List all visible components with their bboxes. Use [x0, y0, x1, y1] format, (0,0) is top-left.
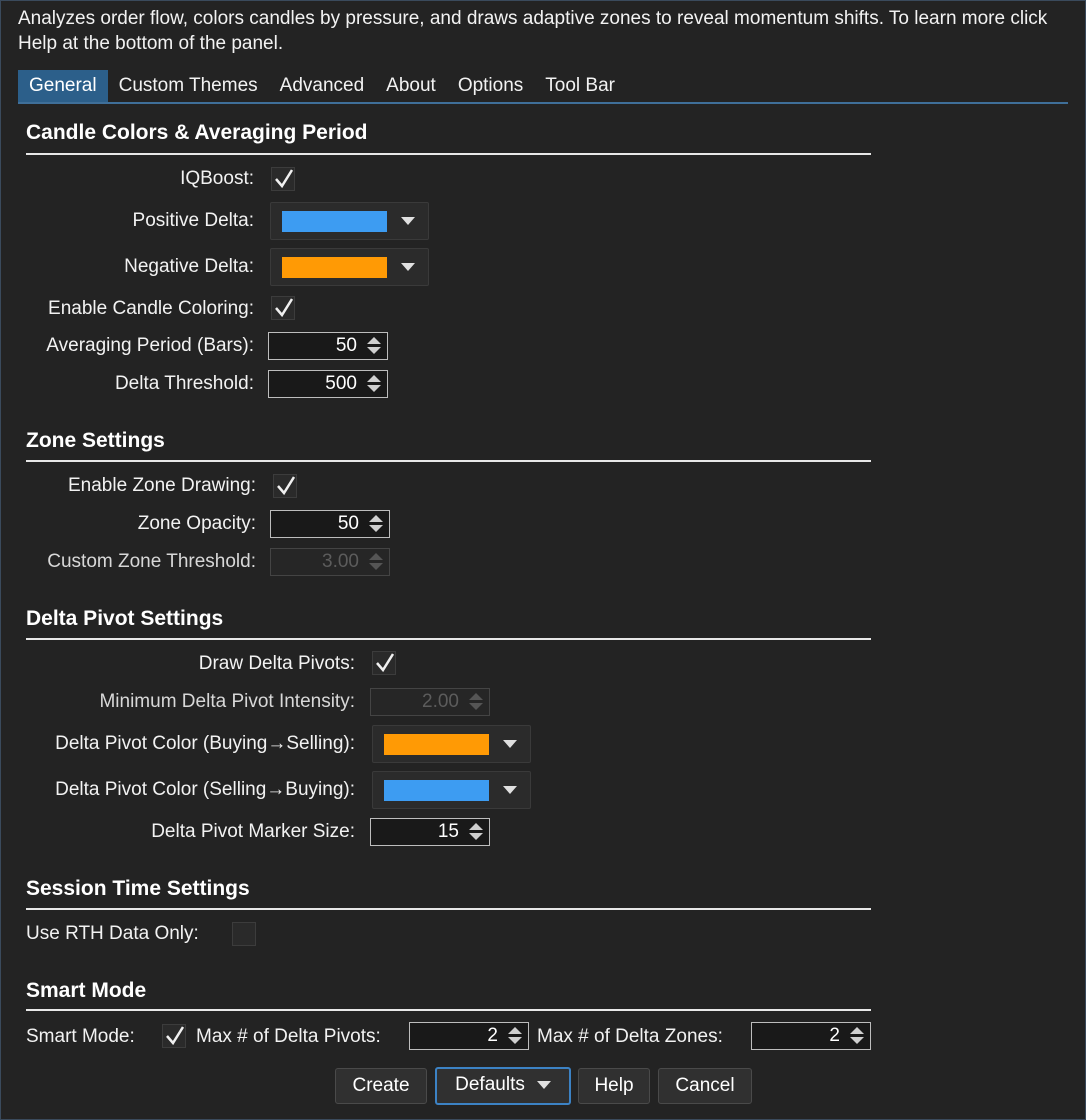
custom-zone-threshold-label: Custom Zone Threshold:: [47, 551, 256, 572]
spin-up-icon[interactable]: [469, 823, 483, 830]
chevron-down-icon: [401, 263, 415, 271]
chevron-down-icon: [503, 740, 517, 748]
iqboost-label: IQBoost:: [180, 168, 254, 189]
positive-delta-label: Positive Delta:: [132, 210, 254, 231]
spinner-value: 2: [829, 1025, 840, 1046]
rth-label: Use RTH Data Only:: [26, 923, 199, 944]
delta-threshold-spinner[interactable]: 500: [268, 370, 388, 398]
positive-delta-color-select[interactable]: [270, 202, 429, 240]
spin-down-icon[interactable]: [367, 385, 381, 392]
color-swatch: [282, 257, 387, 278]
spin-down-icon[interactable]: [469, 703, 483, 710]
color-buy-sell-label: Delta Pivot Color (Buying→Selling):: [55, 733, 355, 754]
spinner-value: 2.00: [422, 691, 459, 712]
section-title-smart: Smart Mode: [26, 979, 147, 1002]
spin-down-icon[interactable]: [469, 833, 483, 840]
negative-delta-color-select[interactable]: [270, 248, 429, 286]
help-button[interactable]: Help: [578, 1068, 650, 1104]
draw-delta-pivots-checkbox[interactable]: [372, 651, 396, 675]
spin-down-icon[interactable]: [367, 347, 381, 354]
min-intensity-spinner[interactable]: 2.00: [370, 688, 490, 716]
spinner-value: 500: [325, 373, 357, 394]
zone-opacity-spinner[interactable]: 50: [270, 510, 390, 538]
spin-up-icon[interactable]: [367, 337, 381, 344]
enable-zone-drawing-checkbox[interactable]: [273, 474, 297, 498]
section-divider: [26, 153, 871, 155]
color-buy-sell-select[interactable]: [372, 725, 531, 763]
chevron-down-icon: [401, 217, 415, 225]
spinner-value: 50: [335, 335, 357, 356]
checkmark-icon: [277, 476, 296, 496]
averaging-period-spinner[interactable]: 50: [268, 332, 388, 360]
checkmark-icon: [275, 169, 294, 189]
color-swatch: [384, 780, 489, 801]
tab-custom-themes[interactable]: Custom Themes: [108, 70, 269, 102]
create-button[interactable]: Create: [335, 1068, 427, 1104]
marker-size-spinner[interactable]: 15: [370, 818, 490, 846]
tab-general[interactable]: General: [18, 70, 108, 102]
color-swatch: [282, 211, 387, 232]
spinner-value: 15: [437, 821, 459, 842]
spinner-value: 3.00: [322, 551, 359, 572]
color-sell-buy-label: Delta Pivot Color (Selling→Buying):: [55, 779, 355, 800]
checkmark-icon: [275, 298, 294, 318]
spin-up-icon[interactable]: [369, 553, 383, 560]
color-sell-buy-select[interactable]: [372, 771, 531, 809]
spin-down-icon[interactable]: [508, 1037, 522, 1044]
section-divider: [26, 638, 871, 640]
chevron-down-icon: [503, 786, 517, 794]
tab-advanced[interactable]: Advanced: [269, 70, 376, 102]
max-zones-spinner[interactable]: 2: [751, 1022, 871, 1050]
enable-candle-coloring-label: Enable Candle Coloring:: [48, 298, 254, 319]
spin-up-icon[interactable]: [469, 693, 483, 700]
spin-up-icon[interactable]: [508, 1027, 522, 1034]
max-pivots-spinner[interactable]: 2: [409, 1022, 529, 1050]
tab-about[interactable]: About: [375, 70, 447, 102]
defaults-button-label: Defaults: [455, 1074, 525, 1095]
chevron-down-icon: [536, 1080, 551, 1089]
spin-down-icon[interactable]: [850, 1037, 864, 1044]
section-divider: [26, 1009, 871, 1011]
section-title-session: Session Time Settings: [26, 877, 250, 900]
spinner-value: 50: [337, 513, 359, 534]
spin-up-icon[interactable]: [850, 1027, 864, 1034]
smart-mode-label: Smart Mode:: [26, 1026, 135, 1047]
max-pivots-label: Max # of Delta Pivots:: [196, 1026, 381, 1047]
spinner-value: 2: [487, 1025, 498, 1046]
cancel-button[interactable]: Cancel: [658, 1068, 752, 1104]
section-title-pivot: Delta Pivot Settings: [26, 607, 224, 630]
zone-opacity-label: Zone Opacity:: [137, 513, 256, 534]
section-divider: [26, 908, 871, 910]
section-title-zone: Zone Settings: [26, 429, 165, 452]
max-zones-label: Max # of Delta Zones:: [537, 1026, 723, 1047]
averaging-period-label: Averaging Period (Bars):: [46, 335, 254, 356]
spin-up-icon[interactable]: [367, 375, 381, 382]
enable-candle-coloring-checkbox[interactable]: [271, 296, 295, 320]
draw-delta-pivots-label: Draw Delta Pivots:: [198, 653, 355, 674]
negative-delta-label: Negative Delta:: [124, 256, 254, 277]
color-swatch: [384, 734, 489, 755]
section-divider: [26, 460, 871, 462]
custom-zone-threshold-spinner[interactable]: 3.00: [270, 548, 390, 576]
section-title-candle: Candle Colors & Averaging Period: [26, 121, 368, 144]
delta-threshold-label: Delta Threshold:: [114, 373, 254, 394]
tab-bar: General Custom Themes Advanced About Opt…: [18, 70, 626, 102]
tab-underline: [18, 102, 1068, 104]
marker-size-label: Delta Pivot Marker Size:: [151, 821, 355, 842]
min-intensity-label: Minimum Delta Pivot Intensity:: [99, 691, 355, 712]
description-text: Analyzes order flow, colors candles by p…: [18, 8, 1048, 54]
smart-mode-checkbox[interactable]: [162, 1024, 186, 1048]
spin-down-icon[interactable]: [369, 563, 383, 570]
checkmark-icon: [376, 653, 395, 673]
spin-up-icon[interactable]: [369, 515, 383, 522]
checkmark-icon: [166, 1026, 185, 1046]
iqboost-checkbox[interactable]: [271, 167, 295, 191]
settings-dialog: Analyzes order flow, colors candles by p…: [0, 0, 1086, 1120]
spin-down-icon[interactable]: [369, 525, 383, 532]
tab-options[interactable]: Options: [447, 70, 534, 102]
enable-zone-drawing-label: Enable Zone Drawing:: [68, 475, 256, 496]
defaults-button[interactable]: Defaults: [435, 1067, 571, 1105]
rth-checkbox[interactable]: [232, 922, 256, 946]
tab-tool-bar[interactable]: Tool Bar: [534, 70, 626, 102]
